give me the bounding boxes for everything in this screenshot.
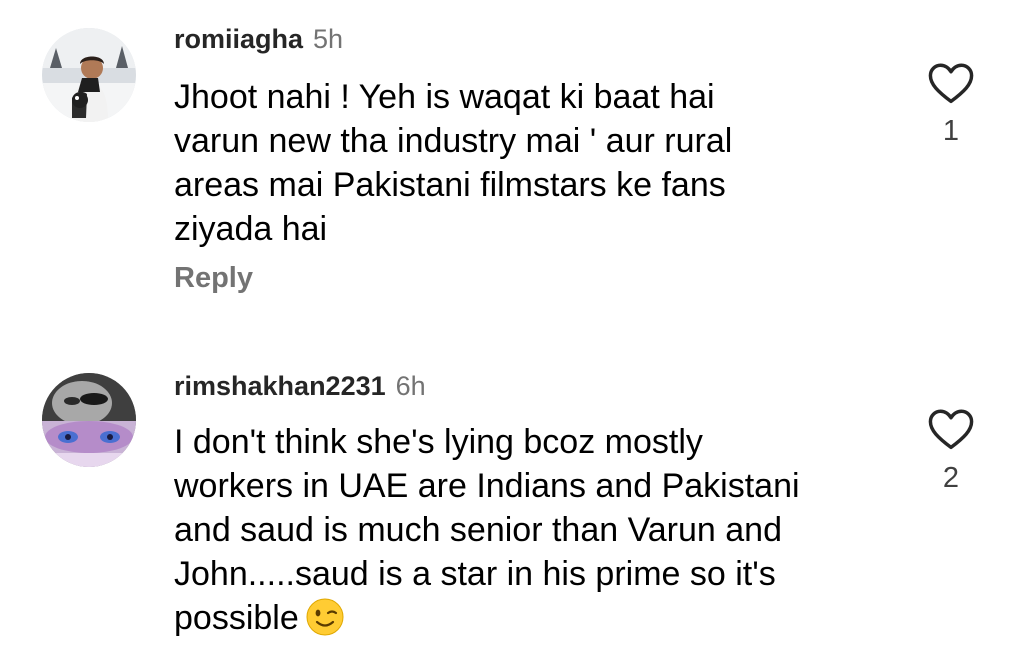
comment-text: Jhoot nahi ! Yeh is waqat ki baat hai va… xyxy=(174,75,894,251)
comment-text-line: John.....saud is a star in his prime so … xyxy=(174,555,776,593)
timestamp: 6h xyxy=(395,371,426,401)
comment-text-line: workers in UAE are Indians and Pakistani xyxy=(174,467,800,505)
comment-text: I don't think she's lying bcoz mostly wo… xyxy=(174,420,894,640)
comment-header: rimshakhan2231 6h xyxy=(174,369,426,403)
reply-button[interactable]: Reply xyxy=(174,262,253,295)
comment-text-line: possible xyxy=(174,596,894,640)
comment-text-line: areas mai Pakistani filmstars ke fans xyxy=(174,166,726,204)
like-button[interactable] xyxy=(925,403,977,455)
comment-header: romiiagha 5h xyxy=(174,22,343,56)
comment-text-line: Jhoot nahi ! Yeh is waqat ki baat hai xyxy=(174,78,715,116)
avatar[interactable] xyxy=(42,373,136,467)
heart-outline-icon xyxy=(928,409,974,450)
like-count: 1 xyxy=(942,115,960,147)
avatar[interactable] xyxy=(42,28,136,122)
timestamp: 5h xyxy=(313,24,344,54)
comment-text-line: ziyada hai xyxy=(174,210,328,248)
comment-text-line-content: possible xyxy=(174,599,299,637)
like-count: 2 xyxy=(942,462,960,494)
username[interactable]: romiiagha xyxy=(174,24,303,54)
comment-text-line: and saud is much senior than Varun and xyxy=(174,511,782,549)
avatar-image xyxy=(42,373,136,467)
comment-text-line: varun new tha industry mai ' aur rural xyxy=(174,122,733,160)
username[interactable]: rimshakhan2231 xyxy=(174,371,386,401)
winking-face-emoji xyxy=(306,598,344,636)
comment-text-line: I don't think she's lying bcoz mostly xyxy=(174,423,703,461)
avatar-image xyxy=(42,28,136,122)
like-button[interactable] xyxy=(925,57,977,109)
heart-outline-icon xyxy=(928,63,974,104)
